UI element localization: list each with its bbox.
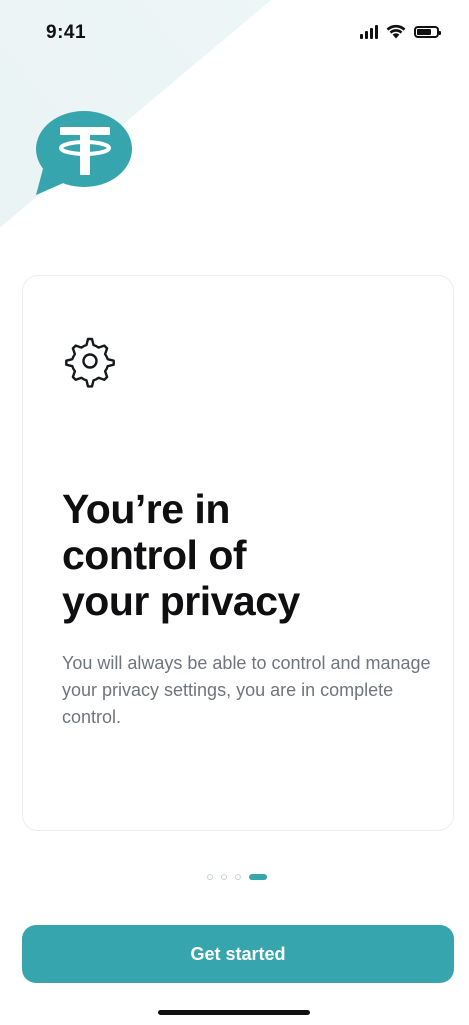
status-bar: 9:41 — [0, 0, 469, 70]
cellular-signal-icon — [360, 24, 378, 39]
pagination-dot[interactable] — [221, 874, 227, 880]
onboarding-screen: 9:41 You’re in control of your privacy Y… — [0, 0, 469, 1025]
get-started-button[interactable]: Get started — [22, 925, 454, 983]
tether-chat-bubble-icon — [36, 111, 132, 195]
home-indicator — [158, 1010, 310, 1015]
wifi-icon — [386, 24, 406, 39]
status-icons — [360, 24, 441, 39]
gear-icon — [65, 337, 115, 388]
battery-icon — [414, 25, 441, 38]
pagination-dot-active[interactable] — [249, 874, 267, 880]
headline-line: control of — [62, 532, 247, 578]
slide-headline: You’re in control of your privacy — [62, 486, 432, 624]
headline-line: your privacy — [62, 578, 300, 624]
onboarding-card: You’re in control of your privacy You wi… — [22, 275, 454, 831]
headline-line: You’re in — [62, 486, 230, 532]
pagination-dots — [207, 874, 267, 880]
pagination-dot[interactable] — [235, 874, 241, 880]
slide-description: You will always be able to control and m… — [62, 653, 431, 727]
status-time: 9:41 — [46, 22, 87, 43]
pagination-dot[interactable] — [207, 874, 213, 880]
